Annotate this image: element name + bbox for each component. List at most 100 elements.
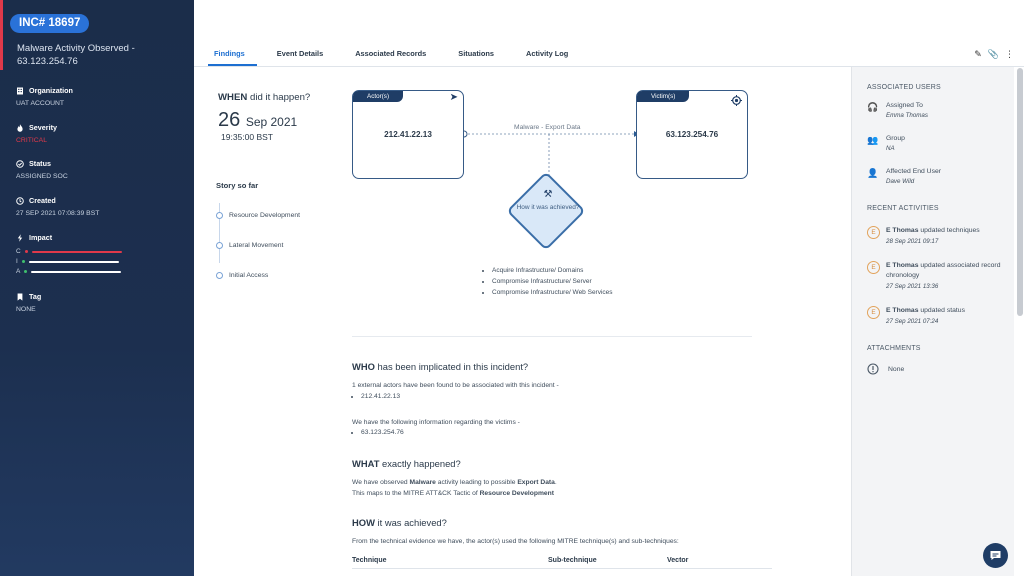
impact-dot — [21, 260, 25, 263]
send-icon: ➤ — [449, 92, 458, 103]
tag-field: Tag NONE — [16, 292, 41, 313]
more-vertical-icon[interactable]: ⋮ — [1005, 49, 1014, 60]
who-victim-item: 63.123.254.76 — [361, 428, 752, 438]
incident-sidebar: INC# 18697 Malware Activity Observed - 6… — [0, 0, 194, 576]
tabs: Findings Event Details Associated Record… — [208, 49, 594, 66]
impact-bar — [31, 270, 122, 273]
tab-activity-log[interactable]: Activity Log — [520, 49, 580, 66]
paperclip-icon[interactable]: 📎 — [988, 49, 999, 60]
activity-item: E E Thomas updated associated record chr… — [867, 261, 1011, 292]
impact-dot — [24, 250, 28, 253]
status-label: Status — [29, 159, 51, 168]
severity-label: Severity — [29, 123, 57, 132]
actor-ip: 212.41.22.13 — [384, 130, 432, 139]
how-text: From the technical evidence we have, the… — [352, 538, 679, 545]
status-value: ASSIGNED SOC — [16, 173, 68, 180]
column-header-vector[interactable]: Vector — [667, 557, 688, 564]
check-circle-icon — [16, 159, 24, 168]
column-header-sub-technique[interactable]: Sub-technique — [548, 557, 667, 564]
incident-id-badge: INC# 18697 — [10, 14, 90, 33]
tab-situations[interactable]: Situations — [452, 49, 506, 66]
impact-letter: A — [16, 268, 21, 275]
findings-panel: WHEN did it happen? 26 Sep 2021 19:35:00… — [194, 68, 850, 576]
timeline-node — [216, 271, 223, 279]
organization-field: Organization UAT ACCOUNT — [16, 86, 73, 107]
technique-list: Acquire Infrastructure/ Domains Compromi… — [484, 265, 624, 298]
how-section: HOW it was achieved? From the technical … — [352, 517, 752, 548]
technique-table-header: Technique Sub-technique Vector — [352, 557, 772, 569]
associated-users-heading: ASSOCIATED USERS — [867, 84, 941, 91]
who-actors-text: 1 external actors have been found to be … — [352, 382, 559, 389]
flame-icon — [17, 123, 23, 132]
lightning-icon — [17, 233, 23, 242]
assigned-to[interactable]: 🎧 Assigned To Emma Thomas — [867, 102, 928, 119]
actor-box[interactable]: Actor(s) ➤ 212.41.22.13 — [352, 90, 464, 179]
organization-value: UAT ACCOUNT — [16, 100, 65, 107]
impact-integrity: I — [16, 258, 122, 265]
clock-icon — [16, 196, 24, 205]
impact-bar — [28, 260, 119, 263]
impact-bar — [31, 250, 122, 253]
section-divider — [352, 336, 752, 337]
tag-label: Tag — [29, 292, 42, 301]
severity-accent-bar — [0, 0, 3, 70]
actor-box-header: Actor(s) — [353, 91, 404, 102]
crosshair-icon — [731, 95, 742, 106]
chat-icon — [990, 551, 1001, 560]
info-circle-icon — [867, 363, 879, 375]
who-heading: WHO has been implicated in this incident… — [352, 361, 529, 372]
affected-end-user[interactable]: 👤 Affected End User Dave Wild — [867, 168, 941, 185]
victim-box[interactable]: Victim(s) 63.123.254.76 — [636, 90, 748, 179]
avatar: E — [867, 306, 880, 319]
how-heading: HOW it was achieved? — [352, 517, 447, 528]
impact-confidentiality: C — [16, 248, 122, 255]
group[interactable]: 👥 Group NA — [867, 135, 905, 152]
bookmark-icon — [17, 293, 23, 301]
edge-label: Malware - Export Data — [512, 124, 583, 131]
activity-item: E E Thomas updated status 27 Sep 2021 07:… — [867, 306, 1011, 327]
tools-icon: ⚒ — [543, 189, 553, 200]
created-label: Created — [29, 196, 56, 205]
created-value: 27 SEP 2021 07:08:39 BST — [16, 210, 100, 217]
chat-button[interactable] — [983, 543, 1008, 568]
what-heading: WHAT exactly happened? — [352, 458, 461, 469]
severity-field: Severity CRITICAL — [16, 123, 57, 144]
group-icon: 👥 — [867, 135, 879, 145]
attachments-item: None — [867, 363, 904, 375]
column-header-technique[interactable]: Technique — [352, 557, 548, 564]
what-line-1: We have observed Malware activity leadin… — [352, 479, 557, 486]
tab-findings[interactable]: Findings — [208, 49, 257, 66]
tag-value: NONE — [16, 306, 36, 313]
victim-box-header: Victim(s) — [637, 91, 690, 102]
avatar: E — [867, 226, 880, 239]
what-section: WHAT exactly happened? We have observed … — [352, 458, 752, 499]
impact-dot — [24, 270, 28, 273]
impact-letter: C — [16, 248, 21, 255]
tab-associated-records[interactable]: Associated Records — [349, 49, 438, 66]
edit-icon[interactable]: ✎ — [974, 49, 982, 60]
status-field: Status ASSIGNED SOC — [16, 159, 68, 180]
scrollbar[interactable] — [1017, 68, 1023, 316]
organization-label: Organization — [29, 86, 73, 95]
person-icon: 👤 — [867, 168, 879, 178]
created-field: Created 27 SEP 2021 07:08:39 BST — [16, 196, 99, 217]
recent-activities-heading: RECENT ACTIVITIES — [867, 205, 939, 212]
avatar: E — [867, 261, 880, 274]
impact-label: Impact — [29, 233, 53, 242]
impact-field: Impact C I A — [16, 233, 122, 275]
who-section: WHO has been implicated in this incident… — [352, 361, 752, 438]
attachments-heading: ATTACHMENTS — [867, 345, 921, 352]
tab-bar: Findings Event Details Associated Record… — [194, 0, 1024, 67]
what-line-2: This maps to the MITRE ATT&CK Tactic of … — [352, 489, 554, 497]
impact-letter: I — [16, 258, 18, 265]
victim-ip: 63.123.254.76 — [665, 130, 719, 139]
how-diamond-label: ⚒ How it was achieved? — [516, 189, 580, 211]
tab-actions: ✎ 📎 ⋮ — [974, 49, 1014, 60]
severity-value: CRITICAL — [16, 137, 47, 144]
flow-connectors — [460, 130, 639, 176]
building-icon — [17, 87, 23, 94]
impact-availability: A — [16, 268, 122, 275]
incident-title: Malware Activity Observed - 63.123.254.7… — [17, 43, 135, 67]
tab-event-details[interactable]: Event Details — [271, 49, 335, 66]
activity-item: E E Thomas updated techniques 28 Sep 2021… — [867, 226, 1011, 247]
